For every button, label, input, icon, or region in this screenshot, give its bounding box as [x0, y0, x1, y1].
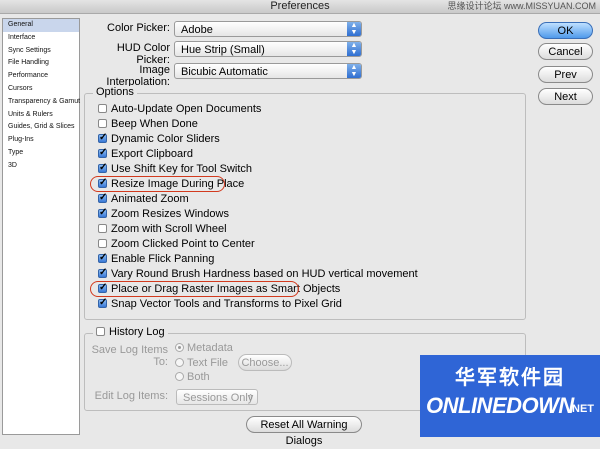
radio-label: Metadata	[187, 342, 233, 354]
watermark-logo: 华军软件园 ONLINEDOWN .NET	[420, 355, 600, 437]
next-button[interactable]: Next	[538, 88, 593, 105]
option-shift-key[interactable]: Use Shift Key for Tool Switch	[98, 161, 253, 176]
reset-warning-dialogs-button[interactable]: Reset All Warning Dialogs	[246, 416, 362, 447]
checkbox[interactable]	[98, 239, 107, 248]
sidebar-item-cursors[interactable]: Cursors	[3, 83, 79, 96]
sidebar-item-file-handling[interactable]: File Handling	[3, 57, 79, 70]
checkbox-checked[interactable]	[98, 161, 107, 174]
option-label: Zoom Resizes Windows	[111, 208, 229, 220]
option-label: Vary Round Brush Hardness based on HUD v…	[111, 268, 418, 280]
save-log-label: Save Log Items To:	[91, 344, 168, 368]
stepper-arrows-icon: ⇕	[247, 393, 254, 402]
hud-color-picker-value: Hue Strip (Small)	[181, 44, 265, 56]
option-zoom-scroll[interactable]: Zoom with Scroll Wheel	[98, 223, 227, 236]
option-label: Snap Vector Tools and Transforms to Pixe…	[111, 298, 342, 310]
checkbox-checked[interactable]	[98, 296, 107, 309]
select-arrows-icon: ▲ ▼	[347, 42, 361, 56]
option-label: Use Shift Key for Tool Switch	[111, 163, 253, 175]
checkbox[interactable]	[98, 224, 107, 233]
radio-label: Both	[187, 371, 210, 383]
option-label: Auto-Update Open Documents	[111, 103, 262, 115]
option-label: Dynamic Color Sliders	[111, 133, 220, 145]
highlight-annotation	[90, 281, 299, 297]
choose-button[interactable]: Choose...	[238, 354, 292, 371]
color-picker-value: Adobe	[181, 24, 213, 36]
option-label: Enable Flick Panning	[111, 253, 215, 265]
sidebar-item-sync-settings[interactable]: Sync Settings	[3, 45, 79, 58]
radio-dot[interactable]	[175, 343, 184, 352]
option-label: Beep When Done	[111, 118, 198, 130]
options-title: Options	[93, 86, 137, 98]
prev-button[interactable]: Prev	[538, 66, 593, 83]
option-animated-zoom[interactable]: Animated Zoom	[98, 191, 189, 206]
sidebar-item-type[interactable]: Type	[3, 147, 79, 160]
radio-dot[interactable]	[175, 372, 184, 381]
checkbox-checked[interactable]	[98, 266, 107, 279]
image-interpolation-value: Bicubic Automatic	[181, 66, 268, 78]
preferences-sidebar: General Interface Sync Settings File Han…	[2, 18, 80, 435]
edit-log-label: Edit Log Items:	[94, 390, 168, 402]
option-label: Animated Zoom	[111, 193, 189, 205]
image-interpolation-label: Image Interpolation:	[106, 64, 170, 88]
checkbox-checked[interactable]	[98, 251, 107, 264]
sidebar-item-3d[interactable]: 3D	[3, 160, 79, 173]
sidebar-item-plug-ins[interactable]: Plug-Ins	[3, 134, 79, 147]
checkbox[interactable]	[98, 104, 107, 113]
radio-text-file[interactable]: Text File	[175, 357, 228, 369]
option-snap-pixel-grid[interactable]: Snap Vector Tools and Transforms to Pixe…	[98, 296, 342, 311]
sidebar-item-interface[interactable]: Interface	[3, 32, 79, 45]
logo-brand-text: ONLINEDOWN	[426, 393, 574, 418]
option-export-clipboard[interactable]: Export Clipboard	[98, 146, 193, 161]
checkbox-checked[interactable]	[98, 191, 107, 204]
checkbox[interactable]	[98, 119, 107, 128]
radio-dot[interactable]	[175, 358, 184, 367]
edit-log-select[interactable]: Sessions Only ⇕	[176, 389, 258, 405]
option-brush-hardness[interactable]: Vary Round Brush Hardness based on HUD v…	[98, 266, 418, 281]
option-dynamic-sliders[interactable]: Dynamic Color Sliders	[98, 131, 220, 146]
select-arrows-icon: ▲ ▼	[347, 64, 361, 78]
select-arrows-icon: ▲ ▼	[347, 22, 361, 36]
watermark-text: 思缘设计论坛 www.MISSYUAN.COM	[447, 1, 596, 11]
logo-net-text: .NET	[568, 403, 594, 415]
option-beep[interactable]: Beep When Done	[98, 118, 198, 131]
option-zoom-resizes[interactable]: Zoom Resizes Windows	[98, 206, 229, 221]
edit-log-value: Sessions Only	[183, 392, 254, 404]
checkbox-checked[interactable]	[98, 206, 107, 219]
sidebar-item-transparency[interactable]: Transparency & Gamut	[3, 96, 80, 109]
image-interpolation-select[interactable]: Bicubic Automatic ▲ ▼	[174, 63, 362, 79]
title-bar: Preferences 思缘设计论坛 www.MISSYUAN.COM	[0, 0, 600, 14]
option-label: Zoom with Scroll Wheel	[111, 223, 227, 235]
checkbox-checked[interactable]	[98, 146, 107, 159]
option-flick-panning[interactable]: Enable Flick Panning	[98, 251, 215, 266]
hud-color-picker-select[interactable]: Hue Strip (Small) ▲ ▼	[174, 41, 362, 57]
option-label: Zoom Clicked Point to Center	[111, 238, 255, 250]
checkbox[interactable]	[96, 327, 105, 336]
sidebar-item-units-rulers[interactable]: Units & Rulers	[3, 109, 79, 122]
ok-button[interactable]: OK	[538, 22, 593, 39]
sidebar-item-guides-grid[interactable]: Guides, Grid & Slices	[3, 121, 79, 134]
sidebar-item-performance[interactable]: Performance	[3, 70, 79, 83]
logo-chinese-text: 华军软件园	[455, 367, 565, 389]
option-auto-update[interactable]: Auto-Update Open Documents	[98, 103, 261, 116]
radio-metadata[interactable]: Metadata	[175, 342, 233, 354]
option-zoom-center[interactable]: Zoom Clicked Point to Center	[98, 238, 255, 251]
cancel-button[interactable]: Cancel	[538, 43, 593, 60]
color-picker-label: Color Picker:	[107, 22, 170, 34]
hud-color-picker-label: HUD Color Picker:	[116, 42, 170, 66]
history-log-toggle[interactable]: History Log	[93, 326, 168, 339]
sidebar-item-general[interactable]: General	[3, 19, 79, 32]
history-log-title: History Log	[109, 326, 165, 338]
option-label: Export Clipboard	[111, 148, 193, 160]
radio-label: Text File	[187, 357, 228, 369]
highlight-annotation	[90, 176, 225, 192]
radio-both[interactable]: Both	[175, 371, 210, 383]
color-picker-select[interactable]: Adobe ▲ ▼	[174, 21, 362, 37]
checkbox-checked[interactable]	[98, 131, 107, 144]
